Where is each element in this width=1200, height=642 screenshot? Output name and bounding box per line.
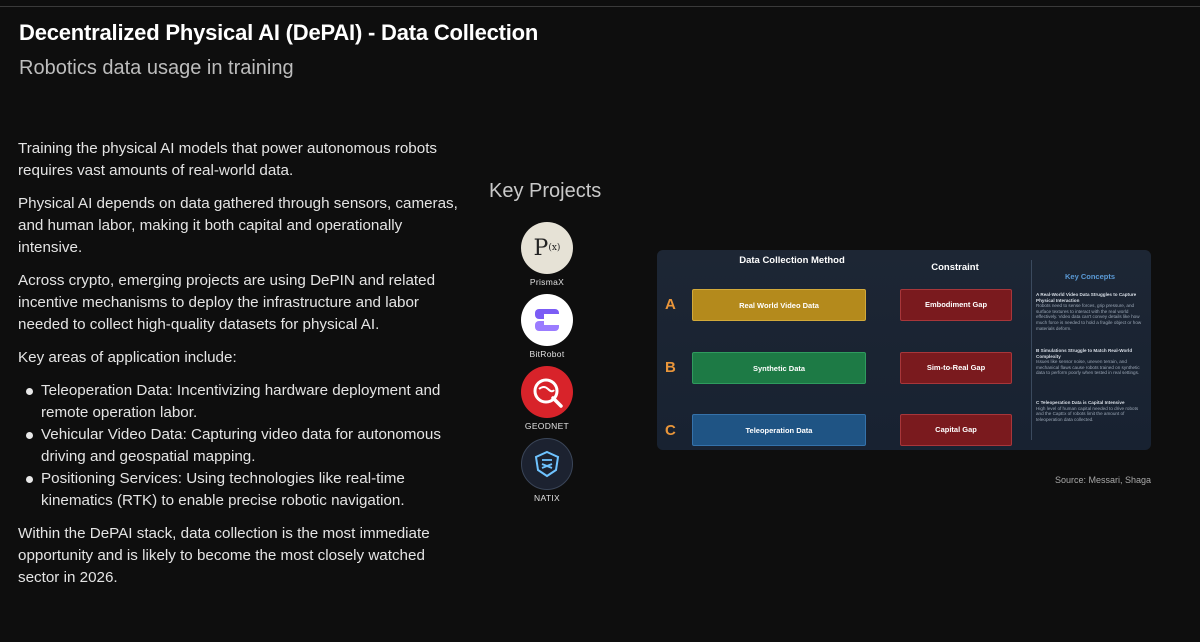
project-name: BitRobot: [529, 349, 565, 359]
natix-logo-icon: [521, 438, 573, 490]
source-note: Source: Messari, Shaga: [1055, 475, 1152, 485]
list-item: Teleoperation Data: Incentivizing hardwa…: [18, 380, 458, 424]
page-subtitle: Robotics data usage in training: [19, 57, 294, 79]
project-name: PrismaX: [529, 277, 565, 287]
constraint-embodiment-gap: Embodiment Gap: [900, 289, 1012, 321]
method-synthetic-data: Synthetic Data: [692, 352, 866, 384]
key-projects-title: Key Projects: [489, 180, 602, 202]
body-text: Training the physical AI models that pow…: [18, 138, 458, 600]
key-concept-heading: B Simulations Struggle to Match Real-Wor…: [1036, 348, 1133, 359]
key-concept-heading: A Real-World Video Data Struggles to Cap…: [1036, 292, 1137, 303]
geodnet-logo-icon: [521, 366, 573, 418]
paragraph-3: Across crypto, emerging projects are usi…: [18, 272, 436, 333]
key-concept-c: C Teleoperation Data is Capital Intensiv…: [1036, 400, 1146, 422]
key-concept-a: A Real-World Video Data Struggles to Cap…: [1036, 292, 1146, 331]
project-geodnet: GEODNET: [507, 366, 587, 431]
key-concept-text: High level of human capital needed to dr…: [1036, 405, 1139, 422]
constraint-capital-gap: Capital Gap: [900, 414, 1012, 446]
constraint-column-header: Constraint: [931, 262, 979, 273]
list-item: Vehicular Video Data: Capturing video da…: [18, 424, 458, 468]
key-concept-text: Robots need to sense forces, grip pressu…: [1036, 303, 1142, 331]
prismax-logo-icon: P (x): [521, 222, 573, 274]
project-natix: NATIX: [507, 438, 587, 503]
key-concept-text: Issues like sensor noise, uneven terrain…: [1036, 359, 1140, 376]
paragraph-2: Physical AI depends on data gathered thr…: [18, 195, 458, 256]
method-teleoperation-data: Teleoperation Data: [692, 414, 866, 446]
project-bitrobot: BitRobot: [507, 294, 587, 359]
row-letter-c: C: [665, 422, 676, 439]
prismax-logo-letter: P: [533, 235, 549, 261]
method-column-header: Data Collection Method: [739, 255, 845, 266]
project-name: GEODNET: [524, 421, 570, 431]
top-divider: [0, 6, 1200, 7]
application-list: Teleoperation Data: Incentivizing hardwa…: [18, 380, 458, 512]
key-concepts-divider: [1031, 260, 1032, 440]
row-letter-b: B: [665, 359, 676, 376]
prismax-logo-sup: (x): [548, 243, 561, 253]
paragraph-4: Key areas of application include:: [18, 349, 237, 366]
method-real-world-video: Real World Video Data: [692, 289, 866, 321]
key-concept-b: B Simulations Struggle to Match Real-Wor…: [1036, 348, 1146, 376]
project-name: NATIX: [534, 493, 560, 503]
paragraph-1: Training the physical AI models that pow…: [18, 140, 438, 179]
data-collection-diagram: Data Collection Method Constraint A Real…: [657, 250, 1151, 450]
paragraph-5: Within the DePAI stack, data collection …: [18, 525, 430, 586]
project-prismax: P (x) PrismaX: [507, 222, 587, 287]
page-title: Decentralized Physical AI (DePAI) - Data…: [19, 20, 539, 45]
constraint-sim-to-real-gap: Sim-to-Real Gap: [900, 352, 1012, 384]
list-item: Positioning Services: Using technologies…: [18, 468, 458, 512]
row-letter-a: A: [665, 296, 676, 313]
key-concepts-title: Key Concepts: [1064, 272, 1115, 281]
bitrobot-logo-icon: [521, 294, 573, 346]
